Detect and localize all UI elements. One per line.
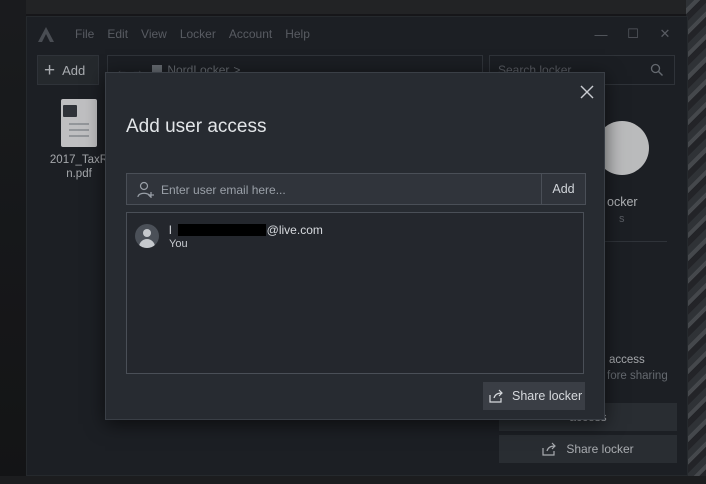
- list-item[interactable]: l @live.com You: [135, 221, 575, 253]
- share-icon: [489, 389, 505, 403]
- user-email-prefix: l: [169, 223, 172, 237]
- add-person-icon: [137, 181, 154, 198]
- share-locker-label: Share locker: [512, 389, 583, 403]
- user-role: You: [169, 238, 188, 250]
- redaction-bar: [177, 224, 266, 236]
- user-email-domain: @live.com: [266, 223, 323, 237]
- add-user-access-dialog: Add user access Enter user email here...…: [105, 72, 605, 420]
- user-email: l @live.com: [169, 223, 323, 237]
- dialog-title: Add user access: [126, 116, 267, 137]
- share-locker-button[interactable]: Share locker: [483, 382, 585, 410]
- close-icon[interactable]: [576, 81, 598, 103]
- add-user-button[interactable]: Add: [541, 174, 585, 204]
- users-list: l @live.com You: [126, 212, 584, 374]
- email-input-row: Enter user email here... Add: [126, 173, 586, 205]
- user-avatar-icon: [135, 224, 159, 248]
- email-field[interactable]: Enter user email here...: [161, 183, 286, 197]
